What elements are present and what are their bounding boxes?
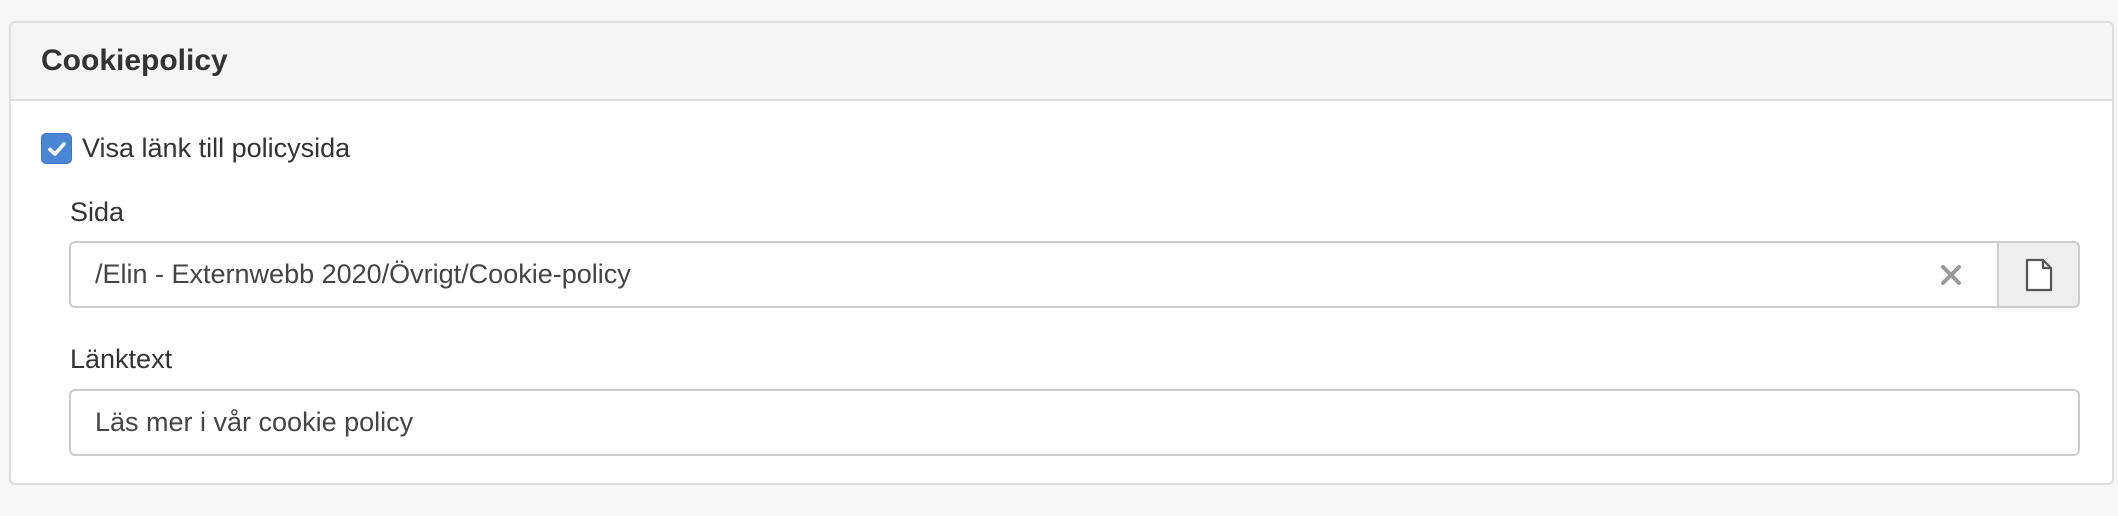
lanktext-label: Länktext bbox=[70, 344, 173, 374]
show-policy-link-checkbox[interactable]: Visa länk till policysida bbox=[41, 133, 350, 164]
checkbox-label: Visa länk till policysida bbox=[82, 133, 351, 163]
sida-input-group: /Elin - Externwebb 2020/Övrigt/Cookie-po… bbox=[69, 241, 2080, 308]
panel-heading: Cookiepolicy bbox=[11, 23, 2112, 101]
lanktext-input-value: Läs mer i vår cookie policy bbox=[95, 407, 414, 437]
lanktext-input[interactable]: Läs mer i vår cookie policy bbox=[69, 389, 2080, 456]
sida-label: Sida bbox=[70, 197, 125, 227]
panel-title: Cookiepolicy bbox=[41, 44, 228, 77]
checkmark-icon bbox=[47, 141, 66, 156]
sida-input[interactable]: /Elin - Externwebb 2020/Övrigt/Cookie-po… bbox=[69, 241, 1997, 308]
file-icon bbox=[2025, 258, 2052, 291]
close-icon bbox=[1941, 264, 1961, 285]
checkbox-checked-box[interactable] bbox=[41, 133, 72, 164]
cookiepolicy-panel: Cookiepolicy Visa länk till policysida S… bbox=[9, 21, 2114, 485]
browse-page-button[interactable] bbox=[1997, 241, 2080, 308]
clear-button[interactable] bbox=[1931, 255, 1971, 295]
sida-input-value: /Elin - Externwebb 2020/Övrigt/Cookie-po… bbox=[95, 259, 631, 289]
